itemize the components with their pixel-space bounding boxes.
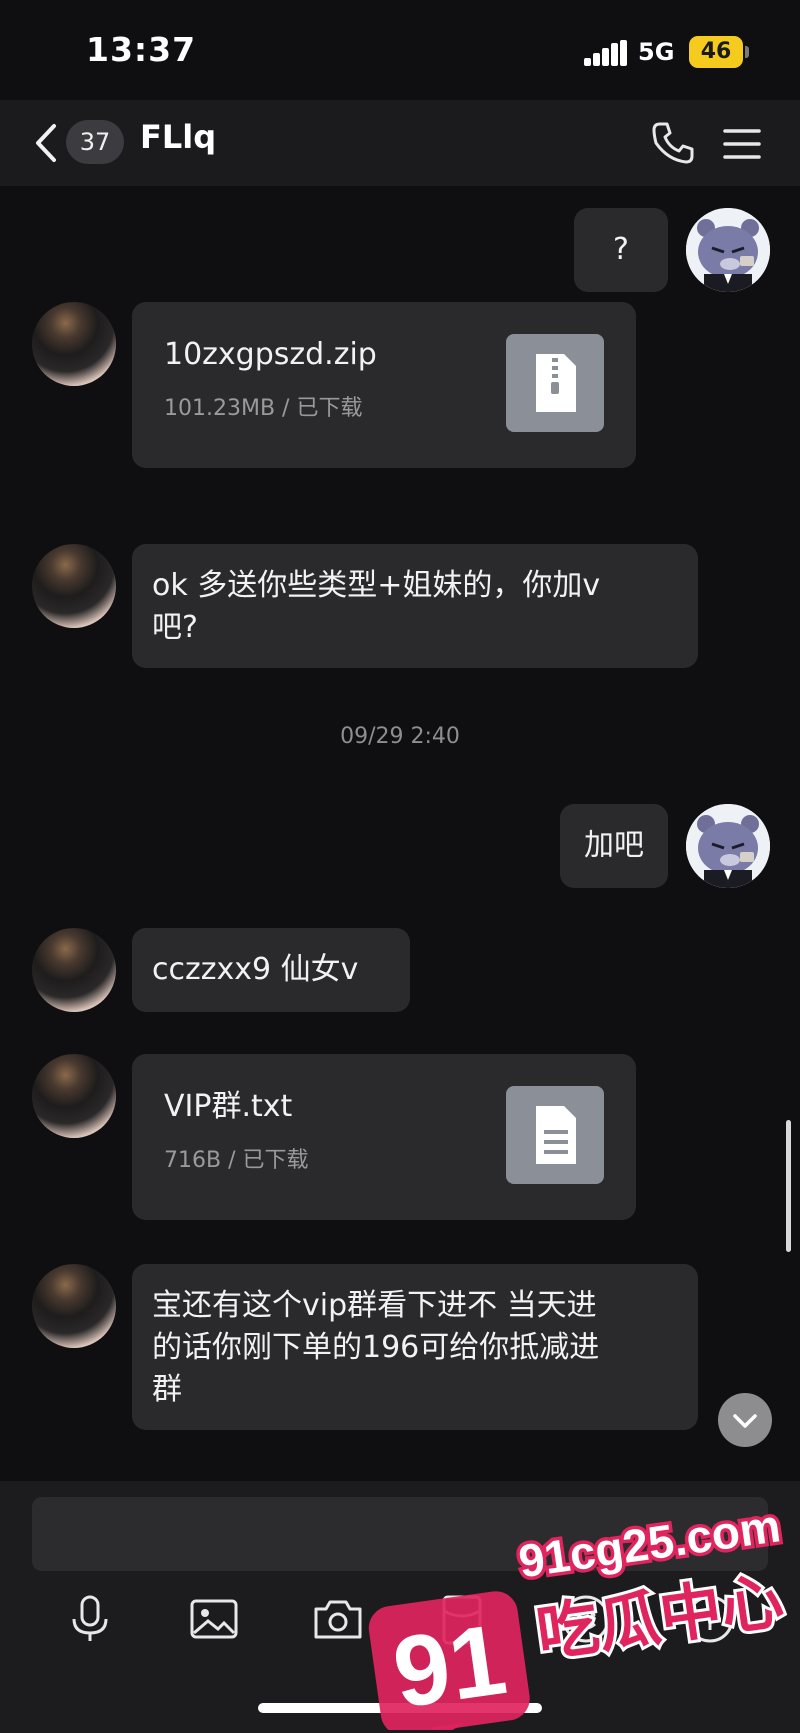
message-line: 宝还有这个vip群看下进不 当天进	[152, 1288, 597, 1323]
chevron-left-icon[interactable]	[28, 118, 68, 168]
contact-avatar[interactable]	[32, 544, 116, 628]
message-list[interactable]: ? 10zxgpszd.zip 101.23MB / 已下载 ok 多送你些类型…	[0, 186, 800, 1481]
hamburger-menu-icon[interactable]	[722, 124, 762, 164]
message-line: 吧?	[152, 610, 198, 645]
status-bar: 13:37 5G 46	[0, 0, 800, 100]
file-message-card[interactable]: 10zxgpszd.zip 101.23MB / 已下载	[132, 302, 636, 468]
network-type: 5G	[638, 38, 675, 66]
bear-avatar-icon	[686, 804, 770, 888]
contact-avatar[interactable]	[32, 928, 116, 1012]
file-size-status: 716B / 已下载	[164, 1148, 309, 1173]
clock: 13:37	[86, 30, 197, 69]
scrollbar[interactable]	[786, 1120, 791, 1252]
message-text: ok 多送你些类型+姐妹的，你加v 吧?	[152, 565, 678, 649]
message-line: ok 多送你些类型+姐妹的，你加v	[152, 568, 601, 603]
message-text: ?	[613, 232, 629, 267]
message-bubble-incoming[interactable]: cczzxx9 仙女v	[132, 928, 410, 1012]
file-message-card[interactable]: VIP群.txt 716B / 已下载	[132, 1054, 636, 1220]
chevron-down-icon	[733, 1414, 757, 1428]
message-bubble-outgoing[interactable]: 加吧	[560, 804, 668, 888]
zip-file-icon	[506, 334, 604, 432]
battery-level: 46	[689, 36, 743, 68]
battery-tip	[745, 46, 749, 58]
message-text: 宝还有这个vip群看下进不 当天进 的话你刚下单的196可给你抵减进 群	[152, 1285, 678, 1411]
phone-icon[interactable]	[650, 120, 696, 166]
message-line: 群	[152, 1372, 182, 1407]
chat-title[interactable]: FLlq	[140, 118, 216, 156]
text-file-icon	[506, 1086, 604, 1184]
message-line: 的话你刚下单的196可给你抵减进	[152, 1330, 600, 1365]
message-text: cczzxx9 仙女v	[152, 952, 359, 987]
signal-strength-icon	[584, 40, 628, 66]
file-size-status: 101.23MB / 已下载	[164, 396, 363, 421]
microphone-icon[interactable]	[60, 1589, 120, 1649]
watermark-number: 91	[387, 1603, 513, 1729]
message-text: 加吧	[584, 828, 644, 863]
watermark-logo: 91 91cg25.com 吃瓜中心	[368, 1496, 791, 1730]
bear-avatar-icon	[686, 208, 770, 292]
contact-avatar[interactable]	[32, 1054, 116, 1138]
file-name: VIP群.txt	[164, 1089, 293, 1124]
my-avatar[interactable]	[686, 208, 770, 292]
contact-avatar[interactable]	[32, 302, 116, 386]
file-name: 10zxgpszd.zip	[164, 337, 377, 372]
message-bubble-incoming[interactable]: 宝还有这个vip群看下进不 当天进 的话你刚下单的196可给你抵减进 群	[132, 1264, 698, 1430]
image-icon[interactable]	[184, 1589, 244, 1649]
my-avatar[interactable]	[686, 804, 770, 888]
time-divider: 09/29 2:40	[340, 724, 460, 749]
message-bubble-outgoing[interactable]: ?	[574, 208, 668, 292]
chat-header: 37 FLlq	[0, 100, 800, 186]
unread-count-badge[interactable]: 37	[66, 120, 124, 164]
scroll-to-bottom-button[interactable]	[718, 1393, 772, 1447]
contact-avatar[interactable]	[32, 1264, 116, 1348]
message-bubble-incoming[interactable]: ok 多送你些类型+姐妹的，你加v 吧?	[132, 544, 698, 668]
